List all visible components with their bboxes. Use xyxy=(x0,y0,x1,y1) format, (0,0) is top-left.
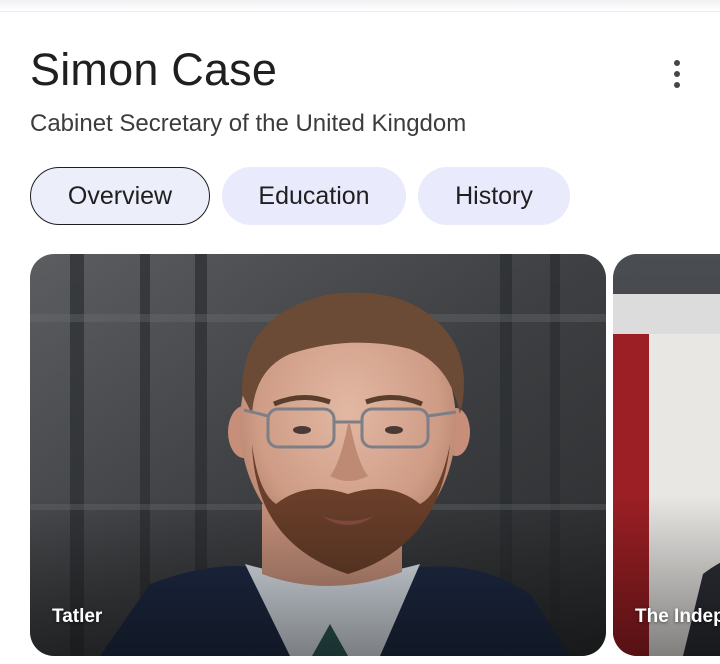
secondary-image xyxy=(613,254,720,656)
image-card-independent[interactable]: The Indep xyxy=(613,254,720,656)
tab-bar: Overview Education History xyxy=(30,167,570,225)
tab-overview[interactable]: Overview xyxy=(30,167,210,225)
more-vert-icon xyxy=(674,60,680,66)
portrait-image xyxy=(30,254,606,656)
top-bar-shadow xyxy=(0,0,720,12)
tab-history[interactable]: History xyxy=(418,167,570,225)
image-carousel: Tatler The Indep xyxy=(30,254,720,656)
tab-education[interactable]: Education xyxy=(222,167,406,225)
more-vert-icon-dot xyxy=(674,71,680,77)
more-options-button[interactable] xyxy=(660,56,694,92)
image-source-label: Tatler xyxy=(52,606,103,627)
image-card-tatler[interactable]: Tatler xyxy=(30,254,606,656)
more-vert-icon-dot xyxy=(674,82,680,88)
entity-description: Cabinet Secretary of the United Kingdom xyxy=(30,110,467,137)
image-source-label: The Indep xyxy=(635,606,720,627)
entity-title: Simon Case xyxy=(30,44,278,95)
